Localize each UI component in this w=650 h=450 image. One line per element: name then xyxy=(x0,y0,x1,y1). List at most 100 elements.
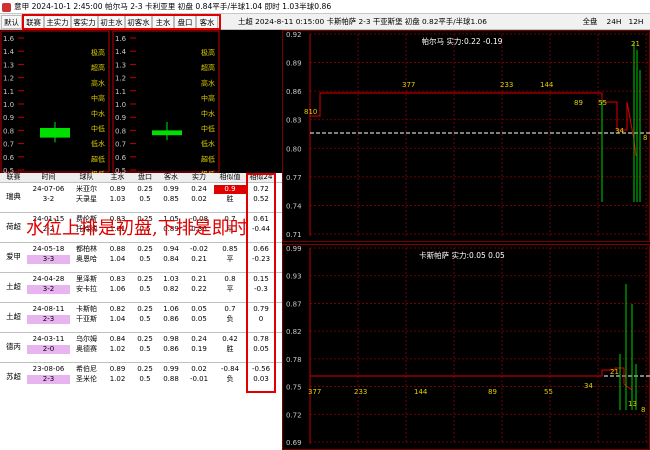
24h-button[interactable]: 24H xyxy=(604,15,624,29)
table-row-result: 平 xyxy=(226,285,234,293)
toolbar: 默认 联赛 主实力 客实力 初主水 初客水 主水 盘口 客水 土超 2024-8… xyxy=(0,14,650,30)
table-row-home: 卡斯帕 xyxy=(76,305,97,313)
chart-y-tick: 0.87 xyxy=(286,300,302,308)
gauge-axis-label: 1.6 xyxy=(115,35,127,43)
chart-y-tick: 0.75 xyxy=(286,384,302,392)
chart-y-tick: 0.78 xyxy=(286,356,302,364)
gauge-level-label: 超低 xyxy=(201,154,215,163)
table-header: 球队 xyxy=(70,173,103,182)
default-button[interactable]: 默认 xyxy=(1,15,22,29)
table-row-league: 荷超 xyxy=(6,222,21,231)
gauge-axis-label: 1.0 xyxy=(3,101,14,109)
chart-y-tick: 0.69 xyxy=(286,439,302,447)
table-row-result: 负 xyxy=(226,375,234,383)
table-row-score: 2-3 xyxy=(27,375,70,384)
row-divider xyxy=(0,272,282,273)
chart-marker-label: 233 xyxy=(354,388,367,396)
table-row-handicap: 0.25 xyxy=(137,305,153,313)
table-row-date: 24-04-28 xyxy=(32,275,65,283)
chart-y-tick: 0.99 xyxy=(286,245,302,253)
chart-marker-label: 13 xyxy=(628,400,637,408)
chart-marker-label: 810 xyxy=(304,108,317,116)
chart-marker-label: 21 xyxy=(631,40,640,48)
chart-marker-label: 233 xyxy=(500,81,513,89)
gauge-canvas: 1.61.41.31.21.11.00.90.80.70.60.5极高超高高水中… xyxy=(0,30,220,179)
table-header: 时间 xyxy=(27,173,70,182)
row-divider xyxy=(0,212,282,213)
table-row-away-water: 0.85 xyxy=(163,195,179,203)
gauge-axis-label: 1.2 xyxy=(3,75,14,83)
table-row-away-water: 0.88 xyxy=(163,375,179,383)
table-row-strength: 0.02 xyxy=(191,195,207,203)
chart-y-tick: 0.89 xyxy=(286,60,302,68)
table-row-handicap: 0.5 xyxy=(139,345,151,353)
table-row-away-water: 0.98 xyxy=(163,335,179,343)
table-row-result: 平 xyxy=(226,255,234,263)
table-row-home-water: 1.04 xyxy=(109,315,126,323)
chart-marker-label: 55 xyxy=(544,388,553,396)
table-row-away: 圣米伦 xyxy=(76,375,97,383)
table-row-away-water: 0.86 xyxy=(163,345,179,353)
gauge-level-label: 极高 xyxy=(91,48,105,57)
chart-marker-label: 34 xyxy=(584,382,593,390)
all-button[interactable]: 全盘 xyxy=(578,15,602,29)
table-row-handicap: 0.5 xyxy=(139,315,151,323)
gauge-level-label: 高水 xyxy=(91,78,105,87)
table-row-home-water: 0.84 xyxy=(109,335,126,343)
chart-y-tick: 0.77 xyxy=(286,174,302,182)
table-header: 客水 xyxy=(158,173,184,182)
table-row-score: 3-3 xyxy=(27,255,70,264)
chart-y-tick: 0.92 xyxy=(286,31,302,39)
gauge-axis-label: 1.1 xyxy=(3,88,14,96)
gauge-axis-label: 1.3 xyxy=(3,61,14,69)
table-row-home-water: 1.04 xyxy=(109,255,126,263)
table-row-home-water: 1.02 xyxy=(109,375,126,383)
table-row-date: 24-03-11 xyxy=(32,335,65,343)
gauge-axis-label: 1.0 xyxy=(115,101,126,109)
table-row-similarity: 0.85 xyxy=(222,245,238,253)
12h-button[interactable]: 12H xyxy=(626,15,646,29)
chart-marker-label: 89 xyxy=(488,388,497,396)
gauge-level-label: 中水 xyxy=(91,109,105,118)
gauge-axis-label: 1.4 xyxy=(3,48,15,56)
table-row-handicap: 0.5 xyxy=(139,285,151,293)
table-row-strength: 0.21 xyxy=(191,275,207,283)
table-row-home: 希伯尼 xyxy=(76,365,97,373)
chart-title: 帕尔马 实力:0.22 -0.19 xyxy=(422,36,503,46)
row-divider xyxy=(0,362,282,363)
table-row-score: 3-2 xyxy=(27,285,70,294)
table-row-home-water: 0.82 xyxy=(109,305,126,313)
chart-marker-label: 377 xyxy=(308,388,321,396)
gauge-level-label: 极高 xyxy=(201,48,215,57)
table-row-handicap: 0.25 xyxy=(137,185,153,193)
table-row-handicap: 0.5 xyxy=(139,195,151,203)
table-row-similarity: 0.7 xyxy=(224,305,236,313)
gauge-box xyxy=(152,130,182,136)
table-row-league: 土超 xyxy=(6,282,21,291)
table-row-result: 胜 xyxy=(226,195,234,203)
row-divider xyxy=(0,302,282,303)
table-header: 实力 xyxy=(184,173,214,182)
gauge-level-label: 高水 xyxy=(201,78,215,87)
match-info: 土超 2024-8-11 0:15:00 卡斯帕萨 2-3 干亚斯堡 初盘 0.… xyxy=(238,17,487,26)
chart-y-tick: 0.82 xyxy=(286,328,302,336)
table-header: 相似值 xyxy=(214,173,246,182)
table-row-league: 瑞典 xyxy=(6,192,21,201)
table-row-strength: 0.21 xyxy=(191,255,207,263)
table-row-date: 24-08-11 xyxy=(32,305,65,313)
chart-marker-label: 144 xyxy=(540,81,554,89)
table-row-away: 奥德赛 xyxy=(76,345,97,353)
water-level-gauges: 1.6 1.4 1.3 1.2 1.1 1.0 0.9 0.8 0.7 0.6 0.5 极高 超高 高水中… xyxy=(0,30,282,179)
chart-y-tick: 0.86 xyxy=(286,88,302,96)
gauge-axis-label: 1.2 xyxy=(115,75,126,83)
table-row-strength: 0.02 xyxy=(191,365,207,373)
chart-marker-label: 8 xyxy=(641,406,645,414)
row-divider xyxy=(0,332,282,333)
table-row-away-water: 1.06 xyxy=(163,305,179,313)
row-divider xyxy=(0,242,282,243)
gauge-axis-label: 0.6 xyxy=(3,154,15,162)
gauge-axis-label: 1.4 xyxy=(115,48,127,56)
table-row-league: 土超 xyxy=(6,312,21,321)
table-row-home-water: 0.88 xyxy=(109,245,126,253)
gauge-level-label: 中高 xyxy=(91,94,105,103)
